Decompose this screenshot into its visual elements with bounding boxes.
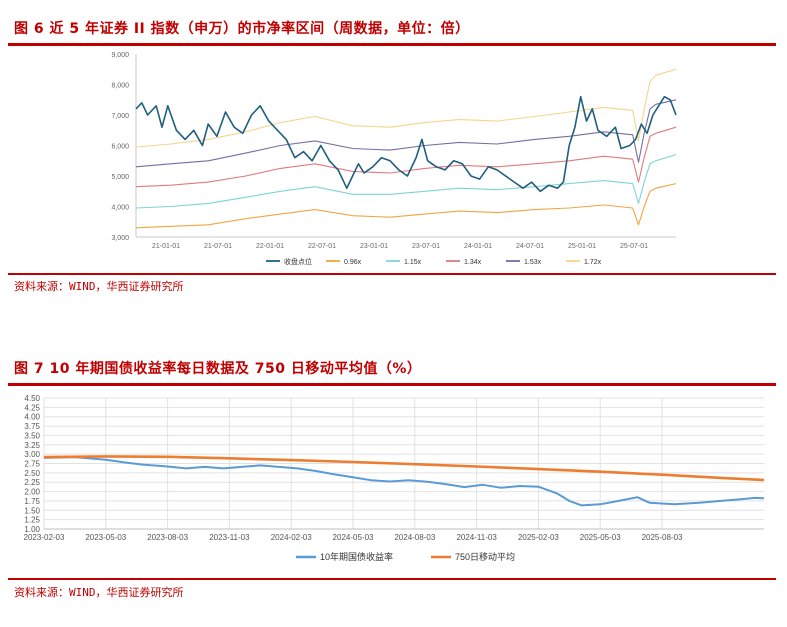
x-tick-label: 22-07-01 <box>308 243 336 250</box>
y-tick-label: 4.00 <box>24 413 40 422</box>
legend-label: 10年期国债收益率 <box>320 551 393 562</box>
series-line <box>135 154 677 209</box>
figure6-bottom-rule <box>8 273 776 275</box>
legend-label: 1.15x <box>404 259 422 266</box>
y-tick-label: 4.50 <box>24 394 40 403</box>
x-tick-label: 24-01-01 <box>464 243 492 250</box>
series-line <box>135 183 677 229</box>
x-tick-label: 2023-05-03 <box>85 533 126 542</box>
x-tick-label: 23-07-01 <box>412 243 440 250</box>
legend-label: 1.72x <box>584 259 602 266</box>
y-tick-label: 3.75 <box>24 422 40 431</box>
x-tick-label: 2024-05-03 <box>333 533 374 542</box>
y-tick-label: 6,000 <box>111 144 129 151</box>
legend-label: 1.34x <box>464 259 482 266</box>
y-tick-label: 2.50 <box>24 469 40 478</box>
y-tick-label: 5,000 <box>111 174 129 181</box>
legend-label: 收盘点位 <box>284 257 312 266</box>
y-tick-label: 2.00 <box>24 488 40 497</box>
figure7-bottom-rule <box>8 578 776 580</box>
x-tick-label: 2024-02-03 <box>271 533 312 542</box>
x-tick-label: 24-07-01 <box>516 243 544 250</box>
series-line <box>43 455 765 482</box>
y-tick-label: 3,000 <box>111 235 129 242</box>
x-tick-label: 23-01-01 <box>360 243 388 250</box>
x-tick-label: 21-07-01 <box>204 243 232 250</box>
x-tick-label: 21-01-01 <box>152 243 180 250</box>
x-tick-label: 2024-11-03 <box>456 533 497 542</box>
legend-label: 750日移动平均 <box>455 551 515 562</box>
y-tick-label: 1.25 <box>24 516 40 525</box>
y-tick-label: 9,000 <box>111 52 129 59</box>
figure6-title: 图 6 近 5 年证券 II 指数（申万）的市净率区间（周数据，单位：倍） <box>14 21 470 37</box>
figure6-chart: 3,000 4,000 5,000 6,000 7,000 8,000 9,000 21-01… <box>111 52 677 266</box>
y-tick-label: 2.25 <box>24 478 40 487</box>
y-tick-label: 4,000 <box>111 205 129 212</box>
figure6-source: 资料来源：WIND，华西证券研究所 <box>14 280 184 293</box>
x-tick-label: 2023-02-03 <box>24 533 65 542</box>
y-tick-label: 1.75 <box>24 497 40 506</box>
y-tick-label: 3.25 <box>24 441 40 450</box>
y-tick-label: 8,000 <box>111 83 129 90</box>
figure7-title: 图 7 10 年期国债收益率每日数据及 750 日移动平均值（%） <box>14 361 422 377</box>
x-tick-label: 2023-08-03 <box>147 533 188 542</box>
figure7-source: 资料来源：WIND，华西证券研究所 <box>14 586 184 599</box>
y-tick-label: 1.50 <box>24 506 40 515</box>
x-tick-label: 2025-08-03 <box>642 533 683 542</box>
x-tick-label: 2025-05-03 <box>580 533 621 542</box>
series-line <box>135 99 677 168</box>
x-tick-label: 2023-11-03 <box>209 533 250 542</box>
legend-label: 0.96x <box>344 259 362 266</box>
y-tick-label: 3.50 <box>24 431 40 440</box>
y-tick-label: 3.00 <box>24 450 40 459</box>
figure7-chart: 1.001.251.501.752.002.252.502.753.003.25… <box>24 394 765 562</box>
x-tick-label: 22-01-01 <box>256 243 284 250</box>
legend-label: 1.53x <box>524 259 542 266</box>
x-tick-label: 25-01-01 <box>568 243 596 250</box>
x-tick-label: 2024-08-03 <box>394 533 435 542</box>
x-tick-label: 25-07-01 <box>620 243 648 250</box>
y-tick-label: 2.75 <box>24 460 40 469</box>
y-tick-label: 4.25 <box>24 403 40 412</box>
x-tick-label: 2025-02-03 <box>518 533 559 542</box>
series-line <box>135 95 677 193</box>
y-tick-label: 7,000 <box>111 113 129 120</box>
